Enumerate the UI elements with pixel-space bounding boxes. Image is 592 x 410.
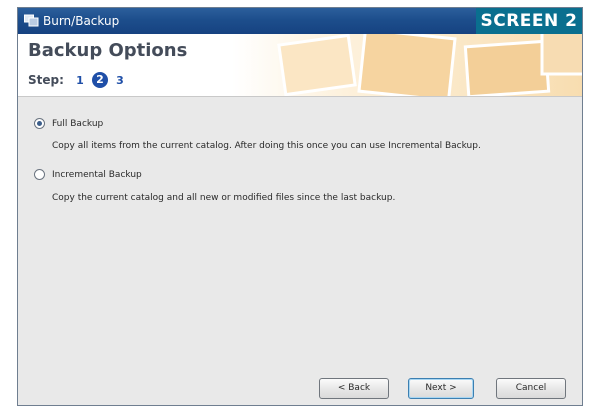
step-2-current[interactable]: 2 [91, 72, 108, 88]
step-indicator: Step: 1 2 3 [28, 71, 128, 89]
incremental-backup-description: Copy the current catalog and all new or … [52, 193, 396, 203]
incremental-backup-radio[interactable] [34, 169, 45, 180]
back-button[interactable]: < Back [319, 378, 389, 399]
wizard-header: Backup Options Step: 1 2 3 [18, 34, 582, 97]
step-3[interactable]: 3 [112, 74, 128, 87]
burn-backup-app-icon [24, 14, 39, 27]
step-1[interactable]: 1 [72, 74, 88, 87]
full-backup-radio[interactable] [34, 118, 45, 129]
incremental-backup-option[interactable]: Incremental Backup [34, 169, 142, 180]
header-decoration [277, 34, 582, 96]
window-title: Burn/Backup [43, 14, 120, 28]
page-title: Backup Options [28, 40, 188, 61]
step-label: Step: [28, 73, 64, 87]
incremental-backup-label: Incremental Backup [52, 169, 142, 180]
screen-badge: SCREEN 2 [476, 8, 582, 34]
options-panel: Full Backup Copy all items from the curr… [18, 97, 582, 365]
full-backup-label: Full Backup [52, 118, 104, 129]
full-backup-description: Copy all items from the current catalog.… [52, 141, 481, 151]
next-button[interactable]: Next > [408, 378, 474, 399]
title-bar[interactable]: Burn/Backup SCREEN 2 [18, 8, 582, 34]
button-bar: < Back Next > Cancel [18, 365, 582, 405]
full-backup-option[interactable]: Full Backup [34, 118, 103, 129]
burn-backup-window: Burn/Backup SCREEN 2 Backup Options Step… [17, 7, 583, 406]
cancel-button[interactable]: Cancel [496, 378, 566, 399]
